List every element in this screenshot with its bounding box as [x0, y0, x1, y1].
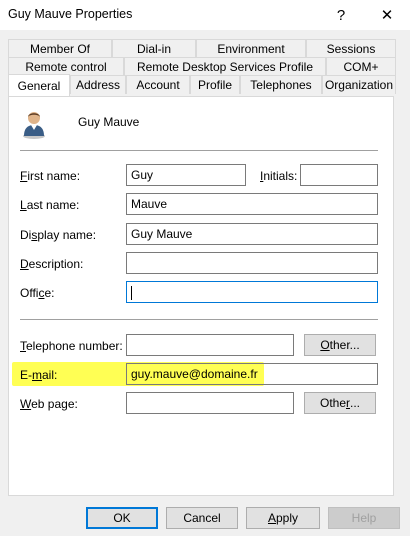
separator-middle	[20, 319, 378, 320]
web-page-label: Web page:	[20, 397, 78, 411]
email-label: E-mail:	[20, 368, 58, 382]
help-title-button[interactable]: ?	[318, 0, 364, 30]
apply-button[interactable]: Apply	[246, 507, 320, 529]
email-field[interactable]: guy.mauve@domaine.fr	[126, 363, 378, 385]
web-page-other-button[interactable]: Othe r...	[304, 392, 376, 414]
ok-button[interactable]: OK	[86, 507, 158, 529]
separator-top	[20, 150, 378, 151]
first-name-field[interactable]: Guy	[126, 164, 246, 186]
user-display-name: Guy Mauve	[78, 115, 140, 129]
tab-dial-in[interactable]: Dial-in	[112, 39, 196, 58]
close-icon[interactable]: ✕	[364, 0, 410, 30]
cancel-button[interactable]: Cancel	[166, 507, 238, 529]
tab-address[interactable]: Address	[70, 75, 126, 94]
first-name-label: First name:	[20, 169, 81, 183]
tab-com-plus[interactable]: COM+	[326, 57, 396, 76]
telephone-field[interactable]	[126, 334, 294, 356]
tab-profile[interactable]: Profile	[190, 75, 240, 94]
telephone-other-button[interactable]: Other...	[304, 334, 376, 356]
description-label: Description:	[20, 257, 84, 271]
tab-organization[interactable]: Organization	[322, 75, 396, 94]
last-name-label: Last name:	[20, 198, 80, 212]
web-page-field[interactable]	[126, 392, 294, 414]
text-caret	[131, 285, 132, 300]
tab-telephones[interactable]: Telephones	[240, 75, 322, 94]
tab-account[interactable]: Account	[126, 75, 190, 94]
tab-environment[interactable]: Environment	[196, 39, 306, 58]
tab-member-of[interactable]: Member Of	[8, 39, 112, 58]
initials-field[interactable]	[300, 164, 378, 186]
office-field[interactable]	[126, 281, 378, 303]
description-field[interactable]	[126, 252, 378, 274]
help-button[interactable]: Help	[328, 507, 400, 529]
last-name-field[interactable]: Mauve	[126, 193, 378, 215]
tab-rds-profile[interactable]: Remote Desktop Services Profile	[124, 57, 326, 76]
tab-general[interactable]: General	[8, 74, 70, 96]
window-title: Guy Mauve Properties	[8, 7, 133, 21]
initials-label: Initials:	[260, 169, 298, 183]
display-name-label: Display name:	[20, 228, 97, 242]
office-label: Office:	[20, 286, 55, 300]
tab-sessions[interactable]: Sessions	[306, 39, 396, 58]
display-name-field[interactable]: Guy Mauve	[126, 223, 378, 245]
telephone-label: Telephone number:	[20, 339, 123, 353]
user-icon	[20, 108, 48, 140]
